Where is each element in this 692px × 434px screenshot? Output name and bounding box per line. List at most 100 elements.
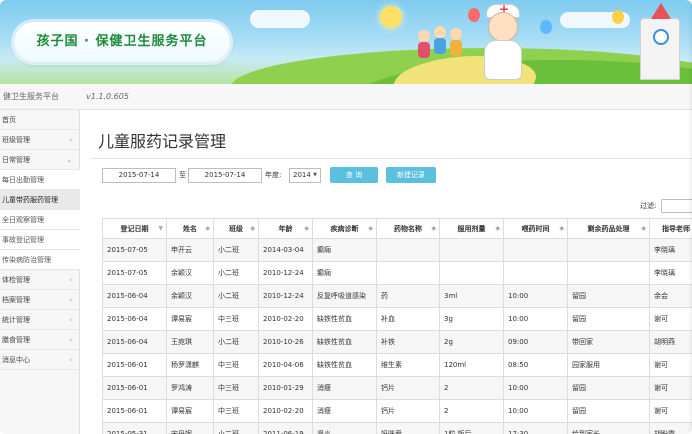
sidebar-item-records[interactable]: 档案管理 ‹ <box>0 290 80 310</box>
table-cell: 2 <box>439 376 504 400</box>
table-cell <box>439 238 504 262</box>
year-label: 年度: <box>265 171 282 179</box>
table-cell: 留园 <box>567 399 650 423</box>
sub-header: 健卫生服务平台 v1.1.0.605 <box>0 84 692 110</box>
table-cell: 120ml <box>439 353 504 377</box>
new-record-button[interactable]: 新建记录 <box>386 167 436 183</box>
sidebar-item-statistics[interactable]: 统计管理 ‹ <box>0 310 80 330</box>
child-icon <box>450 40 462 56</box>
sidebar-item-label: 事故登记管理 <box>2 236 44 244</box>
table-row[interactable]: 2015-06-01 罗鸿涛 中三班 2010-01-29 消瘦 钙片 2 10:00 留园 谢可 <box>102 376 692 400</box>
sort-icon: ◆ <box>431 225 436 232</box>
sidebar-item-accidents[interactable]: 事故登记管理 <box>0 230 80 250</box>
sidebar-item-meals[interactable]: 膳食管理 ‹ <box>0 330 80 350</box>
date-range-separator: 至 <box>179 171 186 179</box>
table-cell: 王宛琪 <box>166 330 214 354</box>
table-cell: 小二班 <box>213 422 259 434</box>
sort-icon: ◆ <box>495 225 500 232</box>
table-cell: 癫痫 <box>312 238 377 262</box>
sidebar-item-checkup[interactable]: 体检管理 ‹ <box>0 270 80 290</box>
column-header[interactable]: 姓名 ◆ <box>166 218 214 239</box>
sort-icon: ◆ <box>250 225 255 232</box>
table-cell: 3g <box>439 307 504 331</box>
sort-icon: ◆ <box>368 225 373 232</box>
column-header[interactable]: 指导老师 <box>649 218 692 239</box>
column-header[interactable]: 药物名称 ◆ <box>376 218 440 239</box>
chevron-left-icon: ‹ <box>69 316 72 324</box>
table-cell: 中三班 <box>213 353 259 377</box>
sidebar-item-label: 首页 <box>2 116 16 124</box>
table-cell: 2014-03-04 <box>258 238 313 262</box>
chevron-left-icon: ‹ <box>69 336 72 344</box>
table-cell: 余颖汉 <box>166 261 214 285</box>
table-cell: 李晓璃 <box>649 261 692 285</box>
version-label: v1.1.0.605 <box>86 92 129 101</box>
table-cell: 10:00 <box>503 399 568 423</box>
clock-tower-icon <box>640 3 680 80</box>
table-cell: 2010-10-26 <box>258 330 313 354</box>
table-row[interactable]: 2015-06-01 杨罗潇麒 中三班 2010-04-06 缺铁性贫血 维生素 120ml… <box>102 353 692 377</box>
sidebar-item-attendance[interactable]: 每日出勤管理 <box>0 170 80 190</box>
table-row[interactable]: 2015-06-04 余颖汉 小二班 2010-12-24 反复呼吸道感染药 3ml 10:… <box>102 284 692 308</box>
column-header[interactable]: 服用剂量 ◆ <box>439 218 504 239</box>
table-row[interactable]: 2015-06-01 谭易宸 中三班 2010-02-20 消瘦 钙片 2 10:00 留园 谢可 <box>102 399 692 423</box>
column-header[interactable]: 年龄 ◆ <box>258 218 313 239</box>
table-cell: 李晓璃 <box>649 238 692 262</box>
table-cell: 3ml <box>439 284 504 308</box>
table-cell: 反复呼吸道感染 <box>312 284 377 308</box>
table-cell: 补铁 <box>376 330 440 354</box>
table-cell: 申开云 <box>166 238 214 262</box>
start-date-input[interactable]: 2015-07-14 <box>102 168 176 183</box>
table-cell: 胡盼霞 <box>649 422 692 434</box>
table-cell: 2015-07-05 <box>102 261 167 285</box>
chevron-left-icon: ‹ <box>69 276 72 284</box>
table-cell: 2015-06-04 <box>102 307 167 331</box>
column-header[interactable]: 剩余药品处理 ◆ <box>567 218 650 239</box>
query-button[interactable]: 查 询 <box>330 167 378 183</box>
table-cell: 带回家 <box>567 330 650 354</box>
table-cell: 罗鸿涛 <box>166 376 214 400</box>
table-cell: 宋丹妮 <box>166 422 214 434</box>
caret-down-icon: ▼ <box>313 172 317 178</box>
table-cell: 谢可 <box>649 353 692 377</box>
sidebar-item-infectious-disease[interactable]: 传染病防治管理 <box>0 250 80 270</box>
child-icon <box>418 30 430 42</box>
table-row[interactable]: 2015-07-05 申开云 小二班 2014-03-04 癫痫 李晓璃 <box>102 238 692 262</box>
table-cell: 1粒 饭后 <box>439 422 504 434</box>
sidebar-item-label: 日常管理 <box>2 156 30 164</box>
sidebar-item-home[interactable]: 首页 <box>0 110 80 130</box>
table-cell: 2015-06-04 <box>102 284 167 308</box>
table-cell: 谭易宸 <box>166 307 214 331</box>
sidebar-item-medication[interactable]: 儿童带药服药管理 <box>0 190 80 210</box>
table-cell: 余颖汉 <box>166 284 214 308</box>
sidebar-item-label: 传染病防治管理 <box>2 256 51 264</box>
chevron-down-icon: ⌄ <box>66 156 72 164</box>
table-cell: 缺铁性贫血 <box>312 353 377 377</box>
table-cell: 妈咪爱 <box>376 422 440 434</box>
window-edge <box>688 0 692 434</box>
table-cell <box>376 238 440 262</box>
sidebar-item-observation[interactable]: 全日观察管理 <box>0 210 80 230</box>
table-row[interactable]: 2015-05-31 宋丹妮 小二班 2011-06-19 肾炎 妈咪爱 1粒 饭后 17:3… <box>102 422 692 434</box>
sidebar-item-messages[interactable]: 消息中心 ‹ <box>0 350 80 370</box>
table-cell: 谢可 <box>649 376 692 400</box>
table-row[interactable]: 2015-07-05 余颖汉 小二班 2010-12-24 癫痫 李晓璃 <box>102 261 692 285</box>
column-header[interactable]: 登记日期 ▼ <box>102 218 167 239</box>
column-header[interactable]: 疾病诊断 ◆ <box>312 218 377 239</box>
end-date-input[interactable]: 2015-07-14 <box>188 168 262 183</box>
sun-icon <box>380 6 402 28</box>
year-select[interactable]: 2014 ▼ <box>289 168 321 183</box>
table-cell: 钙片 <box>376 376 440 400</box>
table-cell: 2g <box>439 330 504 354</box>
column-header[interactable]: 喂药时间 ◆ <box>503 218 568 239</box>
table-cell <box>503 261 568 285</box>
column-header[interactable]: 班级 ◆ <box>213 218 259 239</box>
table-cell: 中三班 <box>213 307 259 331</box>
table-row[interactable]: 2015-06-04 谭易宸 中三班 2010-02-20 缺铁性贫血 补血 3g 10:00… <box>102 307 692 331</box>
table-row[interactable]: 2015-06-04 王宛琪 小二班 2010-10-26 缺铁性贫血 补铁 2g 09:00… <box>102 330 692 354</box>
sidebar-item-daily-management[interactable]: 日常管理 ⌄ <box>0 150 80 170</box>
table-cell: 2010-12-24 <box>258 284 313 308</box>
sidebar-item-class-management[interactable]: 班级管理 ‹ <box>0 130 80 150</box>
main-content: 儿童服药记录管理 2015-07-14 至 2015-07-14 年度: 201… <box>80 110 692 434</box>
table-body: 2015-07-05 申开云 小二班 2014-03-04 癫痫 李晓璃 2015-07-0… <box>102 238 692 434</box>
